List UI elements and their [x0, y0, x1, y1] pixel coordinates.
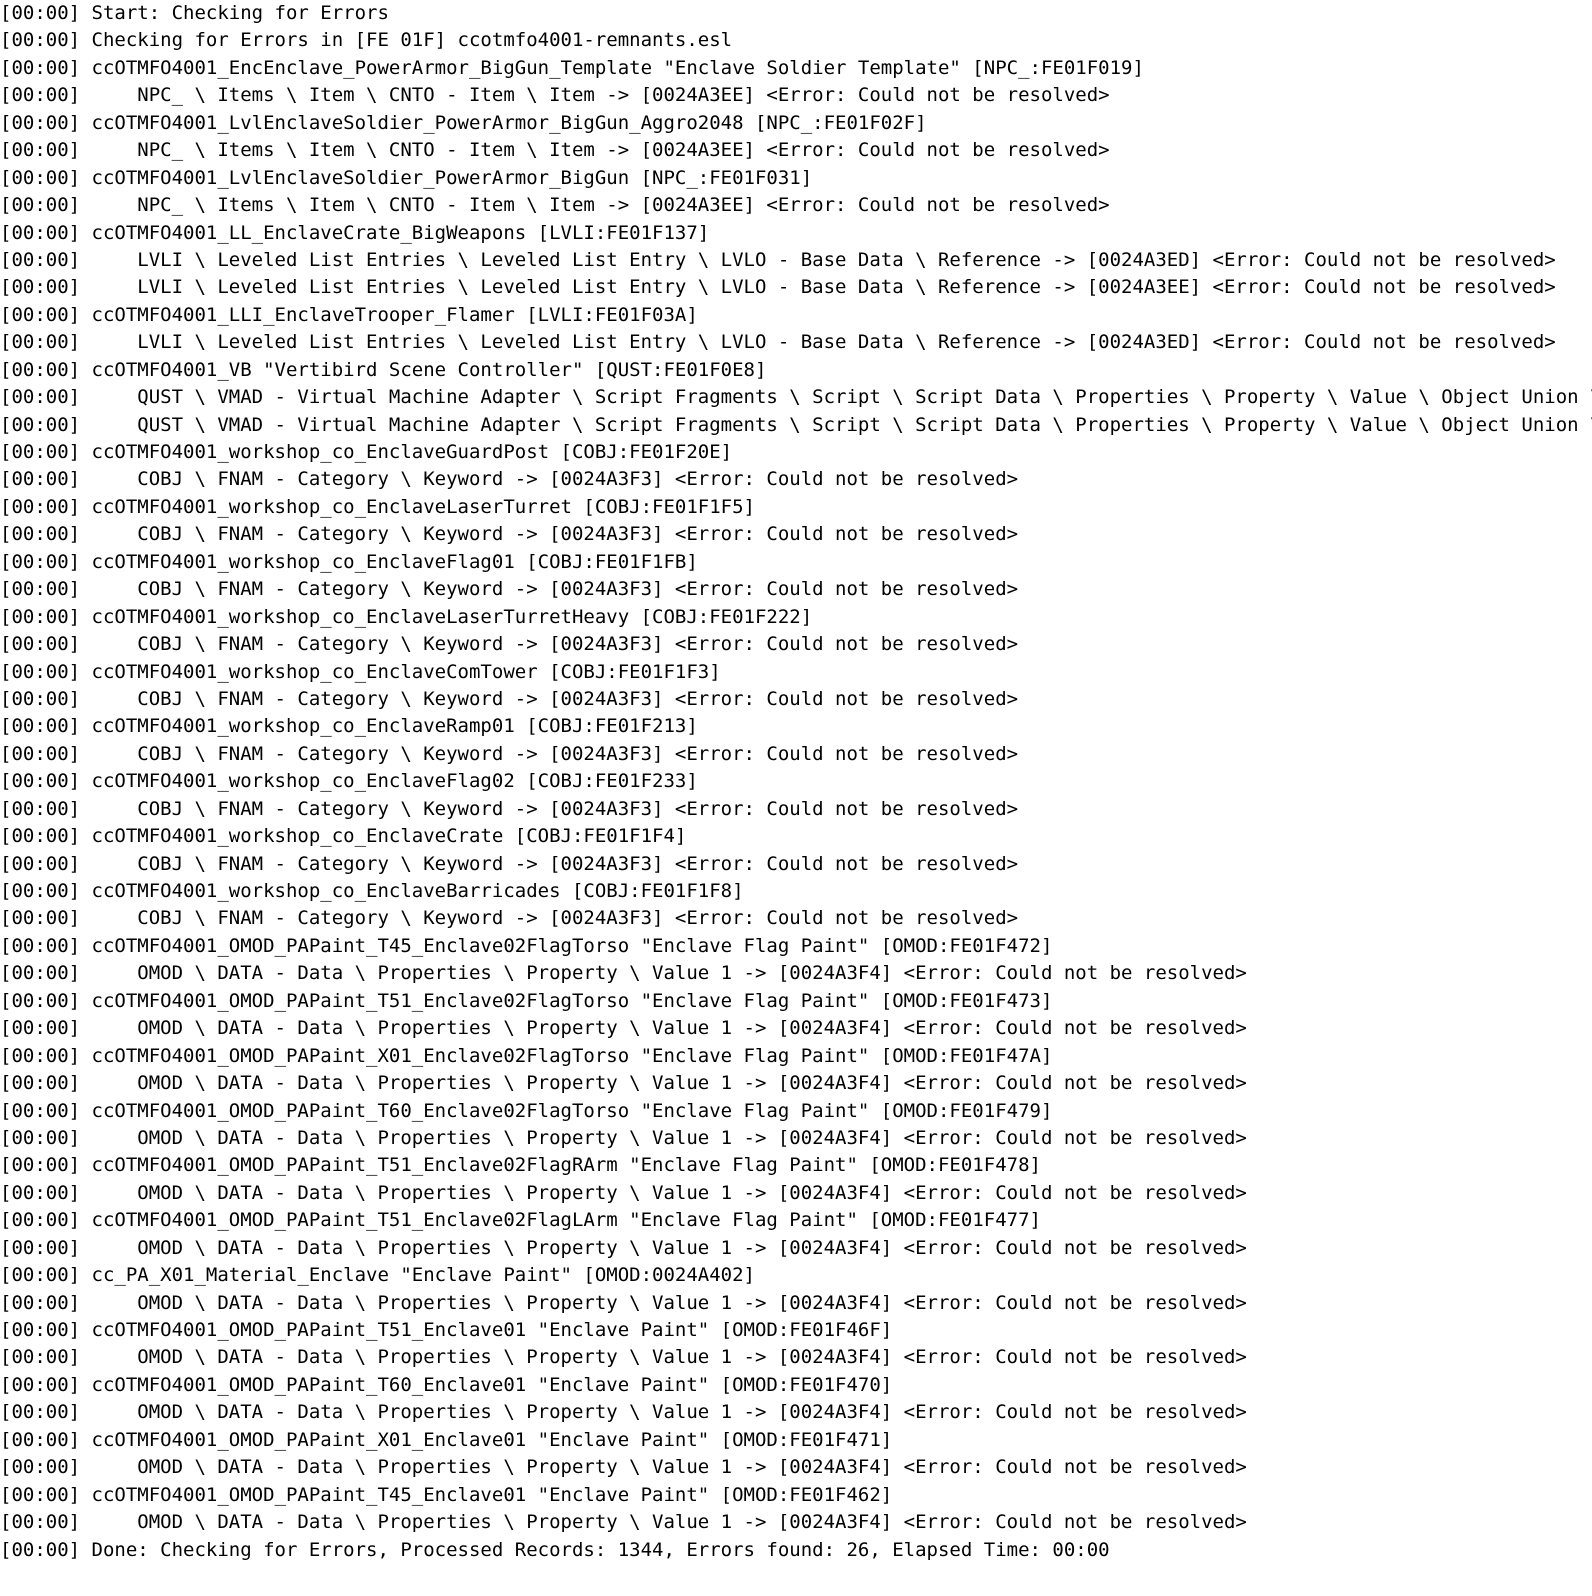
log-line: [00:00] LVLI \ Leveled List Entries \ Le… — [0, 276, 1556, 299]
log-line: [00:00] OMOD \ DATA - Data \ Properties … — [0, 1072, 1247, 1095]
log-line: [00:00] NPC_ \ Items \ Item \ CNTO - Ite… — [0, 139, 1110, 162]
log-line: [00:00] COBJ \ FNAM - Category \ Keyword… — [0, 468, 1019, 491]
log-line: [00:00] OMOD \ DATA - Data \ Properties … — [0, 1181, 1247, 1204]
log-line: [00:00] ccOTMFO4001_workshop_co_EnclaveR… — [0, 715, 698, 738]
log-line: [00:00] ccOTMFO4001_workshop_co_EnclaveF… — [0, 770, 698, 793]
log-line: [00:00] ccOTMFO4001_EncEnclave_PowerArmo… — [0, 56, 1144, 79]
log-line: [00:00] NPC_ \ Items \ Item \ CNTO - Ite… — [0, 84, 1110, 107]
log-line: [00:00] LVLI \ Leveled List Entries \ Le… — [0, 331, 1556, 354]
log-line: [00:00] ccOTMFO4001_LvlEnclaveSoldier_Po… — [0, 111, 927, 134]
log-line: [00:00] COBJ \ FNAM - Category \ Keyword… — [0, 852, 1019, 875]
log-line: [00:00] OMOD \ DATA - Data \ Properties … — [0, 1346, 1247, 1369]
log-line: [00:00] Start: Checking for Errors — [0, 2, 389, 24]
log-line: [00:00] ccOTMFO4001_OMOD_PAPaint_T45_Enc… — [0, 1483, 893, 1506]
log-line: [00:00] COBJ \ FNAM - Category \ Keyword… — [0, 797, 1019, 820]
log-line: [00:00] COBJ \ FNAM - Category \ Keyword… — [0, 523, 1019, 546]
log-line: [00:00] COBJ \ FNAM - Category \ Keyword… — [0, 633, 1019, 656]
log-line: [00:00] OMOD \ DATA - Data \ Properties … — [0, 1291, 1247, 1314]
log-line: [00:00] LVLI \ Leveled List Entries \ Le… — [0, 248, 1556, 271]
log-line: [00:00] ccOTMFO4001_LL_EnclaveCrate_BigW… — [0, 221, 710, 244]
log-line: [00:00] ccOTMFO4001_OMOD_PAPaint_X01_Enc… — [0, 1428, 893, 1451]
log-line: [00:00] ccOTMFO4001_OMOD_PAPaint_T51_Enc… — [0, 1209, 1041, 1232]
log-line: [00:00] ccOTMFO4001_workshop_co_EnclaveL… — [0, 605, 813, 628]
log-line: [00:00] QUST \ VMAD - Virtual Machine Ad… — [0, 413, 1592, 436]
log-line: [00:00] QUST \ VMAD - Virtual Machine Ad… — [0, 386, 1592, 409]
log-line: [00:00] ccOTMFO4001_OMOD_PAPaint_T60_Enc… — [0, 1373, 893, 1396]
log-line: [00:00] ccOTMFO4001_workshop_co_EnclaveC… — [0, 825, 687, 848]
log-line: [00:00] OMOD \ DATA - Data \ Properties … — [0, 1126, 1247, 1149]
log-line: [00:00] cc_PA_X01_Material_Enclave "Encl… — [0, 1264, 755, 1287]
log-line: [00:00] NPC_ \ Items \ Item \ CNTO - Ite… — [0, 194, 1110, 217]
log-line: [00:00] ccOTMFO4001_OMOD_PAPaint_T45_Enc… — [0, 934, 1053, 957]
log-line: [00:00] ccOTMFO4001_OMOD_PAPaint_T60_Enc… — [0, 1099, 1053, 1122]
log-line: [00:00] ccOTMFO4001_OMOD_PAPaint_T51_Enc… — [0, 989, 1053, 1012]
log-line: [00:00] ccOTMFO4001_OMOD_PAPaint_T51_Enc… — [0, 1319, 893, 1341]
log-line: [00:00] ccOTMFO4001_LLI_EnclaveTrooper_F… — [0, 303, 698, 326]
log-line: [00:00] ccOTMFO4001_workshop_co_EnclaveF… — [0, 550, 698, 573]
log-line: [00:00] ccOTMFO4001_OMOD_PAPaint_X01_Enc… — [0, 1044, 1053, 1067]
log-line: [00:00] OMOD \ DATA - Data \ Properties … — [0, 1017, 1247, 1040]
log-line: [00:00] OMOD \ DATA - Data \ Properties … — [0, 962, 1247, 985]
log-line: [00:00] OMOD \ DATA - Data \ Properties … — [0, 1456, 1247, 1479]
log-line: [00:00] COBJ \ FNAM - Category \ Keyword… — [0, 907, 1019, 930]
log-line: [00:00] COBJ \ FNAM - Category \ Keyword… — [0, 578, 1019, 601]
log-line: [00:00] OMOD \ DATA - Data \ Properties … — [0, 1401, 1247, 1424]
log-line: [00:00] ccOTMFO4001_VB "Vertibird Scene … — [0, 358, 767, 381]
log-line: [00:00] ccOTMFO4001_LvlEnclaveSoldier_Po… — [0, 166, 813, 189]
log-line: [00:00] COBJ \ FNAM - Category \ Keyword… — [0, 687, 1019, 710]
log-line: [00:00] ccOTMFO4001_workshop_co_EnclaveC… — [0, 660, 721, 683]
log-line: [00:00] Done: Checking for Errors, Proce… — [0, 1538, 1110, 1561]
log-line: [00:00] OMOD \ DATA - Data \ Properties … — [0, 1236, 1247, 1259]
log-line: [00:00] ccOTMFO4001_workshop_co_EnclaveG… — [0, 441, 733, 463]
error-check-log-output[interactable]: [00:00] Start: Checking for Errors [00:00… — [0, 0, 1592, 1596]
log-line: [00:00] Checking for Errors in [FE 01F] … — [0, 29, 733, 52]
log-line: [00:00] ccOTMFO4001_OMOD_PAPaint_T51_Enc… — [0, 1154, 1041, 1177]
log-line: [00:00] COBJ \ FNAM - Category \ Keyword… — [0, 742, 1019, 765]
log-line: [00:00] OMOD \ DATA - Data \ Properties … — [0, 1511, 1247, 1534]
log-line: [00:00] ccOTMFO4001_workshop_co_EnclaveB… — [0, 880, 744, 902]
log-line: [00:00] ccOTMFO4001_workshop_co_EnclaveL… — [0, 495, 755, 518]
